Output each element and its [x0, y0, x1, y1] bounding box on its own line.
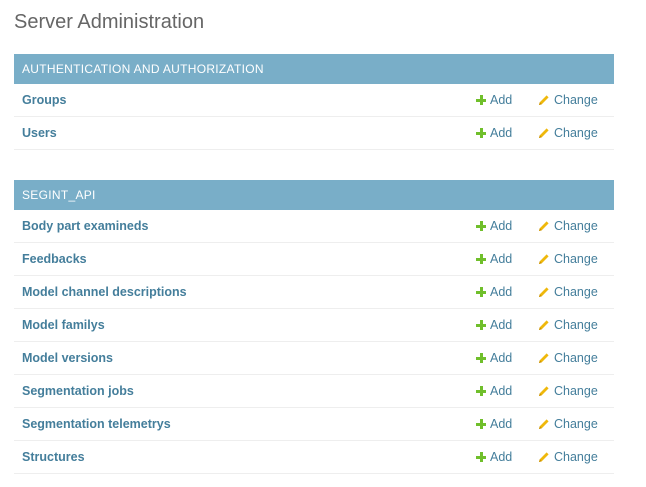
add-label: Add	[490, 318, 513, 332]
change-groups-button[interactable]: Change	[538, 84, 598, 116]
change-model-familys-button[interactable]: Change	[538, 309, 598, 341]
add-label: Add	[490, 93, 513, 107]
model-link-model-familys[interactable]: Model familys	[22, 309, 105, 341]
model-row-model-versions: Model versions Add Change	[14, 342, 614, 375]
module-segint-api: SEGINT_API Body part examineds Add Chang…	[14, 180, 614, 474]
change-label: Change	[554, 318, 598, 332]
change-label: Change	[554, 126, 598, 140]
change-label: Change	[554, 285, 598, 299]
add-body-part-examineds-button[interactable]: Add	[476, 210, 512, 242]
model-link-users[interactable]: Users	[22, 117, 57, 149]
module-caption[interactable]: AUTHENTICATION AND AUTHORIZATION	[14, 54, 614, 84]
model-row-structures: Structures Add Change	[14, 441, 614, 474]
add-label: Add	[490, 417, 513, 431]
change-body-part-examineds-button[interactable]: Change	[538, 210, 598, 242]
add-label: Add	[490, 252, 513, 266]
add-structures-button[interactable]: Add	[476, 441, 512, 473]
page-title: Server Administration	[14, 11, 205, 33]
add-segmentation-jobs-button[interactable]: Add	[476, 375, 512, 407]
model-row-model-channel-descriptions: Model channel descriptions Add Change	[14, 276, 614, 309]
model-link-structures[interactable]: Structures	[22, 441, 85, 473]
model-link-model-channel-descriptions[interactable]: Model channel descriptions	[22, 276, 187, 308]
change-segmentation-telemetrys-button[interactable]: Change	[538, 408, 598, 440]
change-model-channel-descriptions-button[interactable]: Change	[538, 276, 598, 308]
module-caption[interactable]: SEGINT_API	[14, 180, 614, 210]
pencil-icon	[539, 254, 549, 264]
plus-icon	[476, 287, 486, 297]
change-structures-button[interactable]: Change	[538, 441, 598, 473]
pencil-icon	[539, 353, 549, 363]
pencil-icon	[539, 452, 549, 462]
model-link-segmentation-telemetrys[interactable]: Segmentation telemetrys	[22, 408, 171, 440]
pencil-icon	[539, 221, 549, 231]
model-link-body-part-examineds[interactable]: Body part examineds	[22, 210, 148, 242]
add-label: Add	[490, 285, 513, 299]
plus-icon	[476, 353, 486, 363]
pencil-icon	[539, 320, 549, 330]
admin-index-page: Server Administration AUTHENTICATION AND…	[0, 0, 646, 487]
plus-icon	[476, 320, 486, 330]
add-label: Add	[490, 126, 513, 140]
change-label: Change	[554, 252, 598, 266]
change-label: Change	[554, 93, 598, 107]
pencil-icon	[539, 287, 549, 297]
plus-icon	[476, 221, 486, 231]
model-row-users: Users Add Change	[14, 117, 614, 150]
change-users-button[interactable]: Change	[538, 117, 598, 149]
plus-icon	[476, 95, 486, 105]
plus-icon	[476, 452, 486, 462]
add-label: Add	[490, 219, 513, 233]
model-row-model-familys: Model familys Add Change	[14, 309, 614, 342]
add-label: Add	[490, 384, 513, 398]
change-label: Change	[554, 351, 598, 365]
add-label: Add	[490, 351, 513, 365]
plus-icon	[476, 254, 486, 264]
add-model-familys-button[interactable]: Add	[476, 309, 512, 341]
add-label: Add	[490, 450, 513, 464]
change-label: Change	[554, 450, 598, 464]
change-label: Change	[554, 384, 598, 398]
model-link-feedbacks[interactable]: Feedbacks	[22, 243, 87, 275]
change-feedbacks-button[interactable]: Change	[538, 243, 598, 275]
model-row-groups: Groups Add Change	[14, 84, 614, 117]
model-link-segmentation-jobs[interactable]: Segmentation jobs	[22, 375, 134, 407]
model-link-model-versions[interactable]: Model versions	[22, 342, 113, 374]
module-auth: AUTHENTICATION AND AUTHORIZATION Groups …	[14, 54, 614, 150]
plus-icon	[476, 386, 486, 396]
plus-icon	[476, 128, 486, 138]
change-label: Change	[554, 417, 598, 431]
add-model-versions-button[interactable]: Add	[476, 342, 512, 374]
model-row-feedbacks: Feedbacks Add Change	[14, 243, 614, 276]
add-users-button[interactable]: Add	[476, 117, 512, 149]
change-segmentation-jobs-button[interactable]: Change	[538, 375, 598, 407]
change-model-versions-button[interactable]: Change	[538, 342, 598, 374]
plus-icon	[476, 419, 486, 429]
model-link-groups[interactable]: Groups	[22, 84, 66, 116]
pencil-icon	[539, 95, 549, 105]
model-row-segmentation-jobs: Segmentation jobs Add Change	[14, 375, 614, 408]
pencil-icon	[539, 386, 549, 396]
add-feedbacks-button[interactable]: Add	[476, 243, 512, 275]
add-segmentation-telemetrys-button[interactable]: Add	[476, 408, 512, 440]
pencil-icon	[539, 128, 549, 138]
change-label: Change	[554, 219, 598, 233]
add-model-channel-descriptions-button[interactable]: Add	[476, 276, 512, 308]
model-row-body-part-examineds: Body part examineds Add Change	[14, 210, 614, 243]
add-groups-button[interactable]: Add	[476, 84, 512, 116]
model-row-segmentation-telemetrys: Segmentation telemetrys Add Change	[14, 408, 614, 441]
pencil-icon	[539, 419, 549, 429]
